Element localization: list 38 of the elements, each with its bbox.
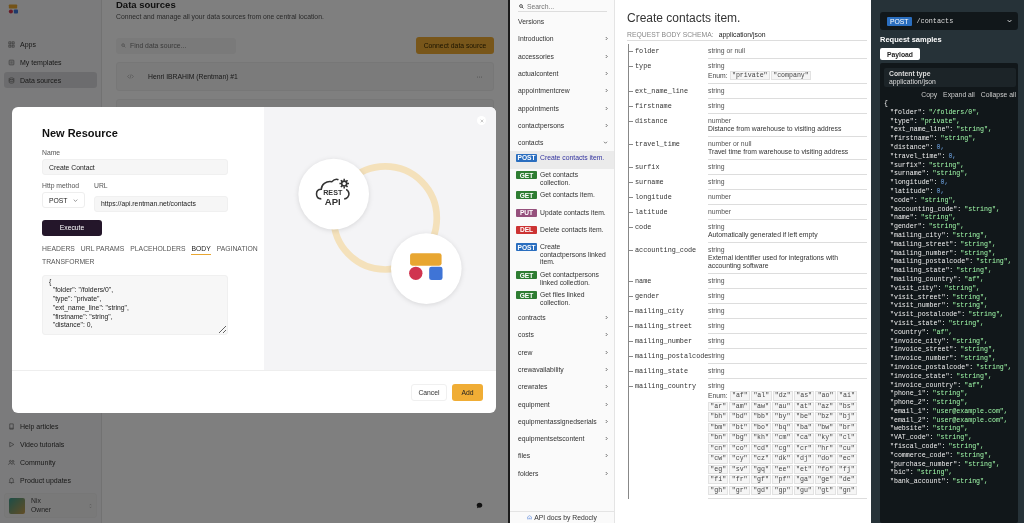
template-icon [8, 58, 15, 66]
database-icon [8, 76, 15, 84]
chevron-right-icon [605, 470, 608, 476]
chevron-right-icon [605, 384, 608, 390]
play-icon [8, 440, 15, 448]
chevron-right-icon [605, 332, 608, 338]
people-icon [8, 458, 15, 466]
chevron-down-icon [1007, 19, 1012, 23]
chevron-down-icon [603, 141, 608, 145]
close-icon [479, 118, 484, 123]
caret-icon [73, 198, 78, 202]
chevron-right-icon [605, 453, 608, 459]
chevron-right-icon [605, 349, 608, 355]
page-title: Data sources [116, 0, 177, 10]
bell-icon [8, 476, 15, 484]
chevron-right-icon [605, 53, 608, 59]
chevron-right-icon [605, 418, 608, 424]
chevron-right-icon [605, 122, 608, 128]
operation-title: Create contacts item. [627, 11, 742, 25]
chevron-right-icon [605, 36, 608, 42]
chevron-right-icon [605, 366, 608, 372]
book-icon [8, 422, 15, 430]
avatar [9, 497, 25, 514]
search-icon [519, 4, 524, 9]
chevron-right-icon [605, 436, 608, 442]
chevron-right-icon [605, 315, 608, 321]
chevron-right-icon [605, 401, 608, 407]
chevron-right-icon [605, 105, 608, 111]
modal-title: New Resource [42, 127, 119, 139]
chat-icon [475, 501, 483, 509]
logo-icon [527, 515, 533, 520]
api-label: API [324, 195, 341, 207]
chevron-right-icon [605, 71, 608, 77]
app-logo-icon [8, 4, 18, 14]
grid-icon [8, 40, 15, 48]
code-icon [127, 73, 134, 80]
chevron-right-icon [605, 88, 608, 94]
search-icon [121, 42, 126, 48]
